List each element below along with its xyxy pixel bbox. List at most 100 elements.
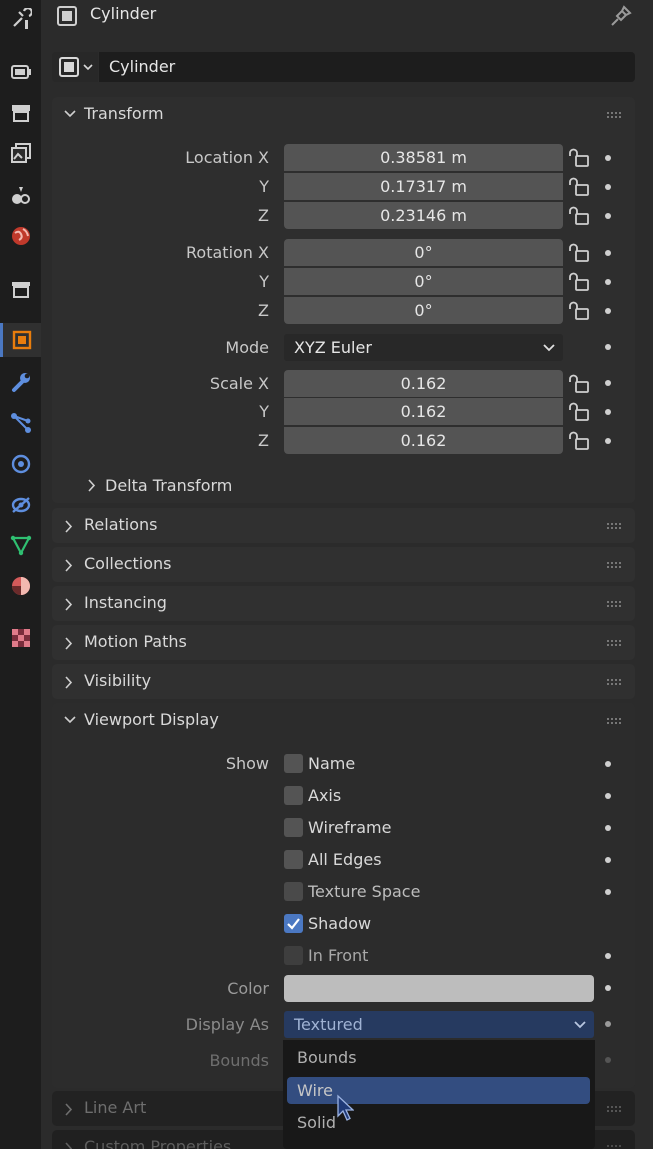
show-in-front-checkbox[interactable] — [284, 946, 303, 965]
keyframe-dot[interactable] — [605, 344, 611, 350]
scale-x-field[interactable]: 0.162 — [284, 370, 563, 397]
keyframe-dot[interactable] — [605, 308, 611, 314]
show-wireframe-checkbox[interactable] — [284, 818, 303, 837]
rotation-y-label: Y — [259, 272, 269, 291]
chevron-down-icon — [574, 1021, 586, 1029]
keyframe-dot[interactable] — [605, 985, 611, 991]
drag-handle-icon[interactable] — [607, 112, 623, 118]
show-name-checkbox[interactable] — [284, 754, 303, 773]
lock-icon[interactable] — [568, 431, 590, 451]
tab-render[interactable] — [0, 54, 41, 88]
scale-z-field[interactable]: 0.162 — [284, 427, 563, 454]
tab-constraints[interactable] — [0, 487, 41, 521]
tab-data[interactable] — [0, 528, 41, 562]
keyframe-dot[interactable] — [605, 279, 611, 285]
menu-item-solid[interactable]: Solid — [287, 1109, 590, 1136]
keyframe-dot[interactable] — [605, 184, 611, 190]
lock-icon[interactable] — [568, 272, 590, 292]
color-field[interactable] — [284, 975, 594, 1002]
keyframe-dot[interactable] — [605, 793, 611, 799]
collections-panel[interactable]: Collections — [52, 547, 635, 582]
transform-header[interactable]: Transform — [52, 97, 635, 133]
texture-icon — [11, 629, 30, 647]
visibility-panel[interactable]: Visibility — [52, 664, 635, 699]
keyframe-dot[interactable] — [605, 155, 611, 161]
lock-icon[interactable] — [568, 402, 590, 422]
chevron-right-icon — [88, 479, 96, 492]
tab-object[interactable] — [0, 323, 41, 357]
show-wireframe-label: Wireframe — [308, 818, 392, 837]
keyframe-dot[interactable] — [605, 857, 611, 863]
location-z-field[interactable]: 0.23146 m — [284, 202, 563, 229]
keyframe-dot[interactable] — [605, 953, 611, 959]
scale-z-label: Z — [258, 431, 269, 450]
lock-icon[interactable] — [568, 374, 590, 394]
object-name-field[interactable]: Cylinder — [99, 52, 635, 82]
viewport-display-title: Viewport Display — [84, 710, 219, 729]
lock-icon[interactable] — [568, 243, 590, 263]
scene-icon — [11, 187, 30, 204]
show-shadow-checkbox[interactable] — [284, 914, 303, 933]
menu-item-wire[interactable]: Wire — [287, 1077, 590, 1104]
menu-item-bounds[interactable]: Bounds — [287, 1044, 590, 1071]
tab-output[interactable] — [0, 96, 41, 130]
keyframe-dot[interactable] — [605, 213, 611, 219]
visibility-header: Visibility — [52, 664, 635, 700]
tab-scene[interactable] — [0, 178, 41, 212]
keyframe-dot[interactable] — [605, 1057, 611, 1063]
show-texture-space-checkbox[interactable] — [284, 882, 303, 901]
drag-handle-icon[interactable] — [607, 718, 623, 724]
drag-handle-icon[interactable] — [607, 1145, 623, 1149]
rotation-mode-dropdown[interactable]: XYZ Euler — [284, 334, 563, 361]
instancing-panel[interactable]: Instancing — [52, 586, 635, 621]
lock-icon[interactable] — [568, 206, 590, 226]
drag-handle-icon[interactable] — [607, 523, 623, 529]
location-x-field[interactable]: 0.38581 m — [284, 144, 563, 171]
keyframe-dot[interactable] — [605, 380, 611, 386]
object-icon — [12, 330, 32, 350]
rotation-x-field[interactable]: 0° — [284, 239, 563, 266]
relations-panel[interactable]: Relations — [52, 508, 635, 543]
keyframe-dot[interactable] — [605, 1021, 611, 1027]
keyframe-dot[interactable] — [605, 250, 611, 256]
show-all-edges-checkbox[interactable] — [284, 850, 303, 869]
relations-title: Relations — [84, 515, 158, 534]
tab-material[interactable] — [0, 569, 41, 603]
tab-tool[interactable] — [0, 2, 41, 36]
tab-texture[interactable] — [0, 621, 41, 655]
rotation-y-field[interactable]: 0° — [284, 268, 563, 295]
keyframe-dot[interactable] — [605, 889, 611, 895]
lock-icon[interactable] — [568, 301, 590, 321]
drag-handle-icon[interactable] — [607, 601, 623, 607]
lock-icon[interactable] — [568, 148, 590, 168]
scale-y-field[interactable]: 0.162 — [284, 398, 563, 425]
bounds-label: Bounds — [209, 1051, 269, 1070]
visibility-title: Visibility — [84, 671, 152, 690]
location-y-field[interactable]: 0.17317 m — [284, 173, 563, 200]
drag-handle-icon[interactable] — [607, 1106, 623, 1112]
keyframe-dot[interactable] — [605, 825, 611, 831]
tab-world[interactable] — [0, 219, 41, 253]
drag-handle-icon[interactable] — [607, 640, 623, 646]
lock-icon[interactable] — [568, 177, 590, 197]
motion-paths-panel[interactable]: Motion Paths — [52, 625, 635, 660]
tab-view-layer[interactable] — [0, 136, 41, 170]
pin-icon[interactable] — [609, 4, 633, 32]
collections-title: Collections — [84, 554, 172, 573]
rotation-z-field[interactable]: 0° — [284, 297, 563, 324]
keyframe-dot[interactable] — [605, 761, 611, 767]
object-type-selector[interactable] — [52, 52, 98, 82]
tab-particles[interactable] — [0, 406, 41, 440]
tab-collection[interactable] — [0, 272, 41, 306]
drag-handle-icon[interactable] — [607, 562, 623, 568]
show-axis-checkbox[interactable] — [284, 786, 303, 805]
keyframe-dot[interactable] — [605, 409, 611, 415]
drag-handle-icon[interactable] — [607, 679, 623, 685]
tab-modifiers[interactable] — [0, 365, 41, 399]
properties-tab-bar — [0, 0, 41, 1149]
keyframe-dot[interactable] — [605, 438, 611, 444]
viewport-display-header[interactable]: Viewport Display — [52, 703, 635, 739]
tab-physics[interactable] — [0, 447, 41, 481]
delta-transform-header[interactable]: Delta Transform — [70, 470, 370, 500]
display-as-dropdown[interactable]: Textured — [284, 1011, 594, 1038]
